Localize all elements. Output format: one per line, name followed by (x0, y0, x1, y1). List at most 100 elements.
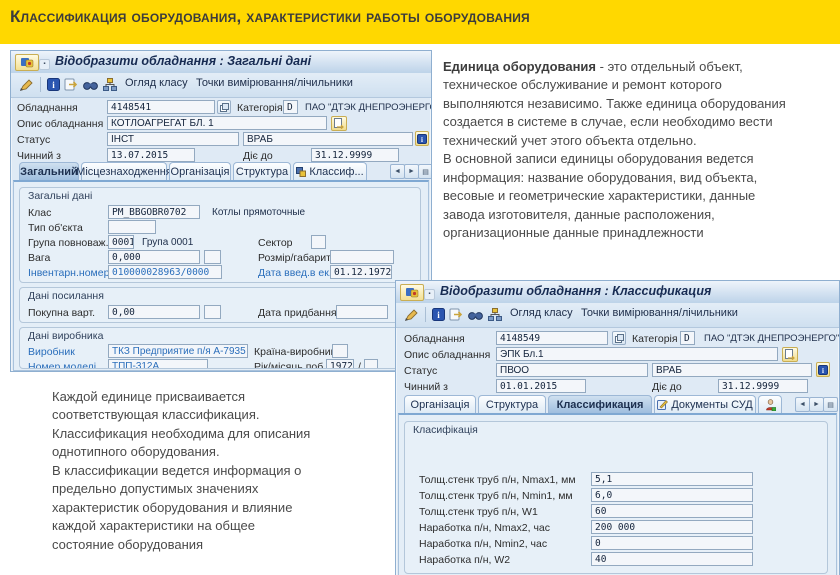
equipment-input[interactable]: 4148549 (496, 331, 608, 345)
valid-to-input[interactable]: 31.12.9999 (718, 379, 808, 393)
weight-input[interactable]: 0,000 (108, 250, 200, 264)
description-label: Опис обладнання (17, 118, 103, 130)
inventory-label[interactable]: Інвентарн.номер (28, 267, 109, 279)
characteristic-input[interactable]: 60 (591, 504, 753, 518)
status-input-2[interactable]: ВРАБ (652, 363, 812, 377)
equipment-input[interactable]: 4148541 (107, 100, 215, 114)
inventory-input[interactable]: 010000028963/0000 (108, 265, 222, 279)
tab-location[interactable]: Місцезнаходження (81, 162, 167, 180)
characteristic-label: Наработка п/н, Nmin2, час (419, 538, 547, 550)
tab-scroll-left-icon[interactable]: ◄ (390, 164, 405, 179)
valid-to-label: Діє до (243, 150, 273, 162)
status-input-1[interactable]: ІНСТ (107, 132, 239, 146)
group-classification: Класифікація Толщ.стенк труб п/н, Nmax1,… (404, 421, 828, 574)
edit-pencil-icon[interactable] (16, 76, 36, 93)
sap-window-menu-icon[interactable] (400, 284, 424, 301)
status-input-2[interactable]: ВРАБ (243, 132, 413, 146)
model-label[interactable]: Номер моделі (28, 361, 96, 369)
characteristic-input[interactable]: 6,0 (591, 488, 753, 502)
description-input[interactable]: КОТЛОАГРЕГАТ БЛ. 1 (107, 116, 327, 130)
status-input-1[interactable]: ПВОО (496, 363, 648, 377)
build-month-input[interactable] (364, 359, 378, 369)
matchcode-icon[interactable] (217, 100, 231, 114)
valid-from-input[interactable]: 13.07.2015 (107, 148, 195, 162)
exit-icon[interactable] (63, 76, 79, 93)
acquisition-date-input[interactable] (336, 305, 388, 319)
tab-structure[interactable]: Структура (233, 162, 291, 180)
binoculars-icon[interactable] (81, 76, 99, 93)
description-input[interactable]: ЭПК Бл.1 (496, 347, 778, 361)
tab-documents[interactable]: Документы СУД (654, 395, 756, 413)
edit-pencil-icon[interactable] (401, 306, 421, 323)
auth-group-input[interactable]: 0001 (108, 235, 134, 249)
tab-organization[interactable]: Організація (404, 395, 476, 413)
equipment-label: Обладнання (404, 333, 465, 345)
characteristic-label: Толщ.стенк труб п/н, Nmax1, мм (419, 474, 576, 486)
tab-organization[interactable]: Організація (169, 162, 231, 180)
characteristic-input[interactable]: 0 (591, 536, 753, 550)
binoculars-icon[interactable] (466, 306, 484, 323)
hierarchy-icon[interactable] (101, 76, 119, 93)
company-text: ПАО "ДТЭК ДНЕПРОЭНЕРГО" (704, 333, 839, 344)
characteristic-label: Толщ.стенк труб п/н, W1 (419, 506, 538, 518)
characteristic-input[interactable]: 40 (591, 552, 753, 566)
status-info-icon[interactable]: i (415, 131, 429, 146)
tab-classification[interactable]: Классиф... (293, 162, 367, 180)
category-input[interactable]: D (680, 331, 695, 345)
info-icon[interactable]: i (430, 306, 446, 323)
long-text-icon[interactable] (331, 116, 347, 131)
equipment-unit-text: Единица оборудования - это отдельный объ… (443, 58, 839, 243)
sector-input[interactable] (311, 235, 326, 249)
valid-to-input[interactable]: 31.12.9999 (311, 148, 399, 162)
group-reference-data: Дані посилання Покупна варт. 0,00 Дата п… (19, 287, 421, 323)
measuring-points-button[interactable]: Точки вимірювання/лічильники (581, 307, 738, 319)
model-input[interactable]: ТПП-312А (108, 359, 208, 369)
startup-date-input[interactable]: 01.12.1972 (330, 265, 392, 279)
manufacturer-label[interactable]: Виробник (28, 346, 75, 358)
tab-general[interactable]: Загальний (19, 162, 79, 180)
info-icon[interactable]: i (45, 76, 61, 93)
class-overview-button[interactable]: Огляд класу (510, 307, 573, 319)
equipment-label: Обладнання (17, 102, 78, 114)
auth-group-label: Група повноваж. (28, 237, 109, 249)
class-overview-button[interactable]: Огляд класу (125, 77, 188, 89)
hierarchy-icon[interactable] (486, 306, 504, 323)
tab-list-icon[interactable]: ▤ (418, 164, 432, 179)
manufacturer-input[interactable]: ТКЗ Предприятие п/я А-7935 (108, 344, 248, 358)
characteristic-input[interactable]: 200 000 (591, 520, 753, 534)
slide: Классификация оборудования, характеристи… (0, 0, 840, 575)
measuring-points-button[interactable]: Точки вимірювання/лічильники (196, 77, 353, 89)
tab-structure[interactable]: Структура (478, 395, 546, 413)
tab-scroll-right-icon[interactable]: ► (404, 164, 419, 179)
status-info-icon[interactable]: i (816, 362, 830, 377)
object-type-input[interactable] (108, 220, 156, 234)
build-year-input[interactable]: 1972 (326, 359, 354, 369)
tab-classification[interactable]: Классификация (548, 395, 652, 413)
weight-unit-input[interactable] (204, 250, 221, 264)
window-title: Відобразити обладнання : Классификация (440, 284, 711, 298)
tab-partner[interactable] (758, 395, 782, 413)
matchcode-icon[interactable] (612, 331, 626, 345)
currency-input[interactable] (204, 305, 221, 319)
country-input[interactable] (332, 344, 348, 358)
sap-window-menu-icon[interactable] (15, 54, 39, 71)
class-input[interactable]: PM_BBGOBR0702 (108, 205, 200, 219)
acquisition-value-input[interactable]: 0,00 (108, 305, 200, 319)
window-title: Відобразити обладнання : Загальні дані (55, 54, 311, 68)
valid-from-input[interactable]: 01.01.2015 (496, 379, 586, 393)
window-menu-dropdown[interactable]: ▪ (39, 59, 50, 70)
tab-list-icon[interactable]: ▤ (823, 397, 838, 412)
window-menu-dropdown[interactable]: ▪ (424, 289, 435, 300)
tab-scroll-left-icon[interactable]: ◄ (795, 397, 810, 412)
size-input[interactable] (330, 250, 394, 264)
tab-documents-label: Документы СУД (671, 399, 752, 411)
country-label: Країна-виробник (254, 346, 335, 358)
startup-date-label[interactable]: Дата введ.в ек. (258, 267, 332, 279)
exit-icon[interactable] (448, 306, 464, 323)
characteristic-input[interactable]: 5,1 (591, 472, 753, 486)
equipment-unit-lead: Единица оборудования (443, 59, 596, 74)
tab-scroll-right-icon[interactable]: ► (809, 397, 824, 412)
long-text-icon[interactable] (782, 347, 798, 362)
class-description-text: Котлы прямоточные (212, 207, 305, 218)
category-input[interactable]: D (283, 100, 298, 114)
